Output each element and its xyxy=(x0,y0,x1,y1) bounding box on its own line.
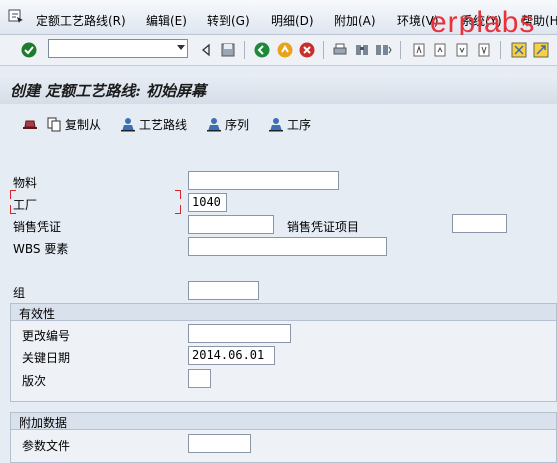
page-title: 创建 定额工艺路线: 初始屏幕 xyxy=(10,82,206,100)
menu-extras[interactable]: 附加(A) xyxy=(334,12,376,29)
other-routing-button[interactable] xyxy=(22,115,38,133)
copy-from-button[interactable]: 复制从 xyxy=(46,115,101,133)
person-icon xyxy=(269,118,283,132)
cancel-icon[interactable] xyxy=(298,41,316,59)
validity-group: 有效性 xyxy=(10,303,557,402)
sequence-label: 序列 xyxy=(225,117,250,132)
operation-button[interactable]: 工序 xyxy=(268,115,311,133)
routing-button[interactable]: 工艺路线 xyxy=(120,115,187,133)
chevron-down-icon[interactable] xyxy=(177,45,185,50)
find-icon[interactable] xyxy=(353,41,371,59)
required-marker xyxy=(10,190,16,199)
application-toolbar: 复制从 工艺路线 序列 工序 xyxy=(0,108,557,138)
validity-group-header: 有效性 xyxy=(11,304,556,321)
required-marker xyxy=(10,205,16,214)
additional-header-label: 附加数据 xyxy=(19,416,68,430)
toolbar-separator xyxy=(500,41,501,59)
menu-bar: 定额工艺路线(R) 编辑(E) 转到(G) 明细(D) 附加(A) 环境(V) … xyxy=(0,0,557,39)
menu-edit[interactable]: 编辑(E) xyxy=(146,12,187,29)
plant-input[interactable]: 1040 xyxy=(188,193,227,212)
enter-icon[interactable] xyxy=(20,41,38,59)
person-icon xyxy=(207,118,221,132)
toolbar-separator xyxy=(400,41,401,59)
menu-goto[interactable]: 转到(G) xyxy=(207,12,250,29)
hat-icon xyxy=(23,120,37,129)
copy-icon xyxy=(47,117,61,132)
key-date-input[interactable]: 2014.06.01 xyxy=(188,346,275,365)
copy-from-label: 复制从 xyxy=(65,117,102,132)
sales-doc-input[interactable] xyxy=(188,215,274,234)
last-page-icon[interactable] xyxy=(475,41,493,59)
sales-doc-item-label: 销售凭证项目 xyxy=(287,220,360,234)
plant-label: 工厂 xyxy=(13,198,38,212)
shortcut-icon[interactable] xyxy=(532,41,550,59)
sales-doc-item-input[interactable] xyxy=(452,214,507,233)
exit-icon[interactable] xyxy=(276,41,294,59)
revision-label: 版次 xyxy=(22,374,47,388)
sales-doc-label: 销售凭证 xyxy=(13,220,62,234)
change-number-input[interactable] xyxy=(188,324,291,343)
new-session-icon[interactable] xyxy=(510,41,528,59)
wbs-input[interactable] xyxy=(188,237,387,256)
routing-label: 工艺路线 xyxy=(139,117,188,132)
material-label: 物料 xyxy=(13,176,38,190)
system-menu-icon[interactable] xyxy=(8,8,24,24)
profile-label: 参数文件 xyxy=(22,439,71,453)
additional-group-header: 附加数据 xyxy=(11,413,556,430)
operation-label: 工序 xyxy=(287,117,312,132)
next-page-icon[interactable] xyxy=(453,41,471,59)
standard-toolbar xyxy=(0,35,557,66)
revision-input[interactable] xyxy=(188,369,211,388)
material-input[interactable] xyxy=(188,171,339,190)
screen-title-bar: 创建 定额工艺路线: 初始屏幕 xyxy=(0,74,557,104)
command-field[interactable] xyxy=(48,39,188,58)
toolbar-separator xyxy=(244,41,245,59)
wbs-label: WBS 要素 xyxy=(13,242,69,256)
group-label: 组 xyxy=(13,286,26,300)
toolbar-separator xyxy=(323,41,324,59)
group-input[interactable] xyxy=(188,281,259,300)
profile-input[interactable] xyxy=(188,434,251,453)
person-icon xyxy=(121,118,135,132)
key-date-label: 关键日期 xyxy=(22,351,71,365)
additional-data-group: 附加数据 xyxy=(10,412,557,463)
validity-header-label: 有效性 xyxy=(19,307,56,321)
change-number-label: 更改编号 xyxy=(22,329,71,343)
save-icon[interactable] xyxy=(219,41,237,59)
required-marker xyxy=(175,205,181,214)
menu-details[interactable]: 明细(D) xyxy=(271,12,314,29)
find-next-icon[interactable] xyxy=(374,41,392,59)
first-page-icon[interactable] xyxy=(410,41,428,59)
menu-routing[interactable]: 定额工艺路线(R) xyxy=(36,12,126,29)
previous-page-icon[interactable] xyxy=(431,41,449,59)
sequence-button[interactable]: 序列 xyxy=(206,115,249,133)
required-marker xyxy=(175,190,181,199)
back-arrow-icon[interactable] xyxy=(198,41,216,59)
back-icon[interactable] xyxy=(253,41,271,59)
print-icon[interactable] xyxy=(331,41,349,59)
